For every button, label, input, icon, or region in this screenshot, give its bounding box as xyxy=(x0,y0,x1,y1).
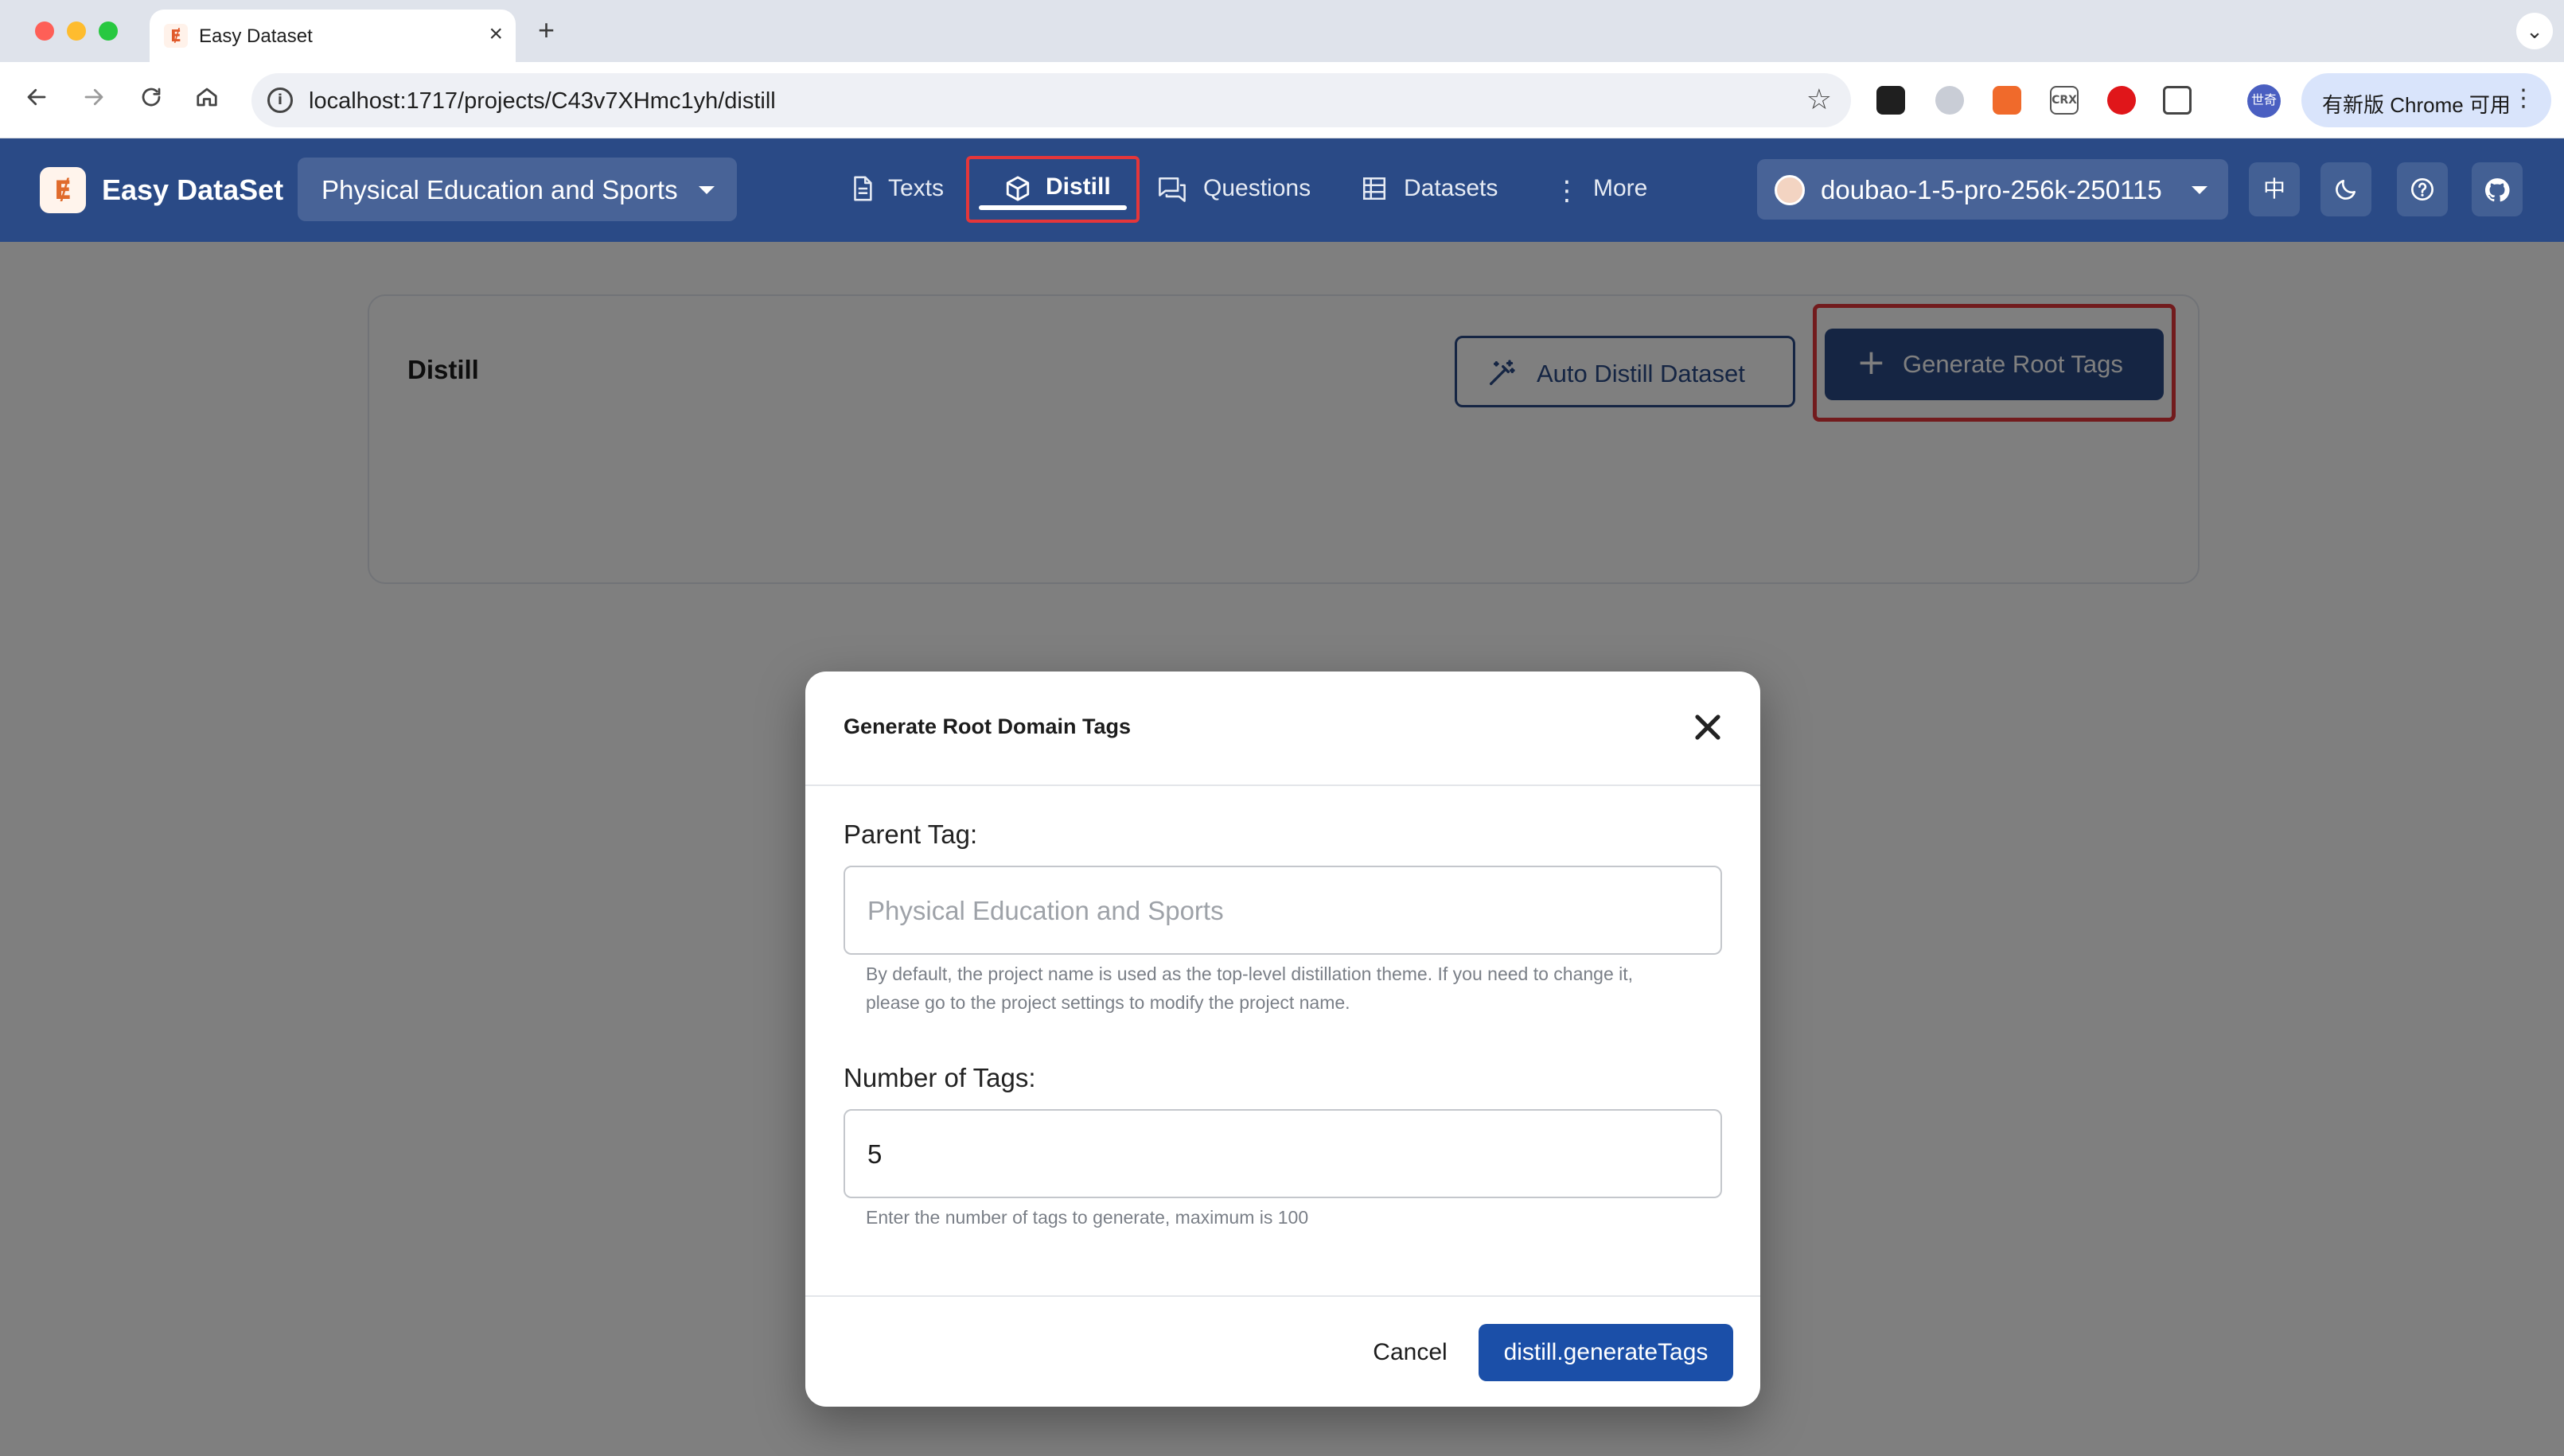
new-tab-button[interactable]: + xyxy=(538,14,555,46)
app-logo-icon: Ɇ xyxy=(40,167,86,213)
extension-icon-1[interactable] xyxy=(1876,86,1905,115)
project-name: Physical Education and Sports xyxy=(321,175,678,204)
model-selector[interactable]: doubao-1-5-pro-256k-250115 xyxy=(1757,159,2228,220)
address-bar[interactable]: i localhost:1717/projects/C43v7XHmc1yh/d… xyxy=(251,73,1851,127)
extensions-puzzle-icon[interactable] xyxy=(2163,86,2192,115)
model-name: doubao-1-5-pro-256k-250115 xyxy=(1821,175,2162,204)
browser-tab-strip: Ɇ Easy Dataset × + ⌄ xyxy=(0,0,2564,62)
tag-count-value: 5 xyxy=(867,1139,883,1169)
profile-avatar[interactable]: 世奇 xyxy=(2247,84,2281,118)
caret-down-icon xyxy=(699,186,715,194)
nav-more[interactable]: ⋮ More xyxy=(1553,158,1665,221)
more-vert-icon[interactable]: ⋮ xyxy=(2511,84,2535,112)
back-icon[interactable] xyxy=(18,81,56,119)
generate-root-tags-dialog: Generate Root Domain Tags Parent Tag: Ph… xyxy=(805,672,1760,1407)
parent-tag-field[interactable]: Physical Education and Sports xyxy=(844,866,1722,955)
nav-texts-label: Texts xyxy=(888,175,945,201)
github-icon xyxy=(2484,178,2510,202)
window-zoom-button[interactable] xyxy=(99,21,118,41)
nav-questions-label: Questions xyxy=(1203,175,1311,201)
divider xyxy=(805,784,1760,786)
chrome-update-button[interactable]: 有新版 Chrome 可用 ⋮ xyxy=(2301,73,2551,127)
chrome-update-label: 有新版 Chrome 可用 xyxy=(2322,93,2511,117)
extension-icon-5[interactable] xyxy=(2107,86,2136,115)
tab-favicon-icon: Ɇ xyxy=(164,24,188,48)
tag-count-help: Enter the number of tags to generate, ma… xyxy=(866,1207,1309,1228)
close-icon[interactable] xyxy=(1687,707,1728,748)
parent-tag-label: Parent Tag: xyxy=(844,819,978,849)
nav-datasets[interactable]: Datasets xyxy=(1361,158,1504,221)
extension-icon-3[interactable] xyxy=(1993,86,2021,115)
model-avatar xyxy=(1775,175,1805,205)
cube-icon xyxy=(1006,176,1030,201)
cancel-button[interactable]: Cancel xyxy=(1346,1324,1474,1381)
divider xyxy=(805,1295,1760,1297)
extension-icon-2[interactable] xyxy=(1935,86,1964,115)
chat-icon xyxy=(1159,177,1186,202)
tab-search-chevron-icon[interactable]: ⌄ xyxy=(2516,13,2553,49)
tag-count-label: Number of Tags: xyxy=(844,1063,1036,1092)
grid-icon xyxy=(1362,177,1386,200)
theme-toggle-button[interactable] xyxy=(2320,162,2371,216)
nav-questions[interactable]: Questions xyxy=(1157,158,1316,221)
crx-extension-icon[interactable]: CRX xyxy=(2050,86,2079,115)
language-toggle-button[interactable]: 中 xyxy=(2249,162,2300,216)
parent-tag-help: By default, the project name is used as … xyxy=(866,964,1634,1013)
tab-title: Easy Dataset xyxy=(199,25,313,47)
help-button[interactable] xyxy=(2397,162,2448,216)
tag-count-field[interactable]: 5 xyxy=(844,1109,1722,1198)
forward-icon[interactable] xyxy=(75,81,113,119)
home-icon[interactable] xyxy=(188,81,226,119)
active-tab-indicator xyxy=(979,205,1127,210)
app-header: Ɇ Easy DataSet Physical Education and Sp… xyxy=(0,138,2564,242)
nav-distill[interactable]: Distill xyxy=(966,156,1140,223)
main-content: Distill Auto Distill Dataset + Generate … xyxy=(0,242,2564,1456)
window-minimize-button[interactable] xyxy=(67,21,86,41)
bookmark-star-icon[interactable]: ☆ xyxy=(1806,83,1832,116)
nav-datasets-label: Datasets xyxy=(1404,175,1498,201)
nav-more-label: More xyxy=(1593,175,1648,201)
nav-texts[interactable]: Texts xyxy=(844,158,963,221)
nav-distill-label: Distill xyxy=(1046,173,1111,200)
url-text[interactable]: localhost:1717/projects/C43v7XHmc1yh/dis… xyxy=(309,88,776,115)
more-vert-icon: ⋮ xyxy=(1553,176,1580,206)
window-close-button[interactable] xyxy=(35,21,54,41)
dialog-title: Generate Root Domain Tags xyxy=(844,714,1132,738)
tab-close-icon[interactable]: × xyxy=(489,21,503,48)
browser-tab-active[interactable]: Ɇ Easy Dataset × xyxy=(150,10,516,62)
app-brand[interactable]: Easy DataSet xyxy=(102,173,283,207)
browser-toolbar: i localhost:1717/projects/C43v7XHmc1yh/d… xyxy=(0,62,2564,138)
moon-icon xyxy=(2336,180,2356,200)
document-icon xyxy=(854,176,872,201)
site-info-icon[interactable]: i xyxy=(267,88,293,113)
help-circle-icon xyxy=(2411,178,2433,200)
reload-icon[interactable] xyxy=(132,81,170,119)
caret-down-icon xyxy=(2192,186,2207,194)
project-selector[interactable]: Physical Education and Sports xyxy=(298,158,737,221)
github-button[interactable] xyxy=(2472,162,2523,216)
generate-tags-button[interactable]: distill.generateTags xyxy=(1479,1324,1733,1381)
parent-tag-placeholder: Physical Education and Sports xyxy=(867,896,1224,925)
